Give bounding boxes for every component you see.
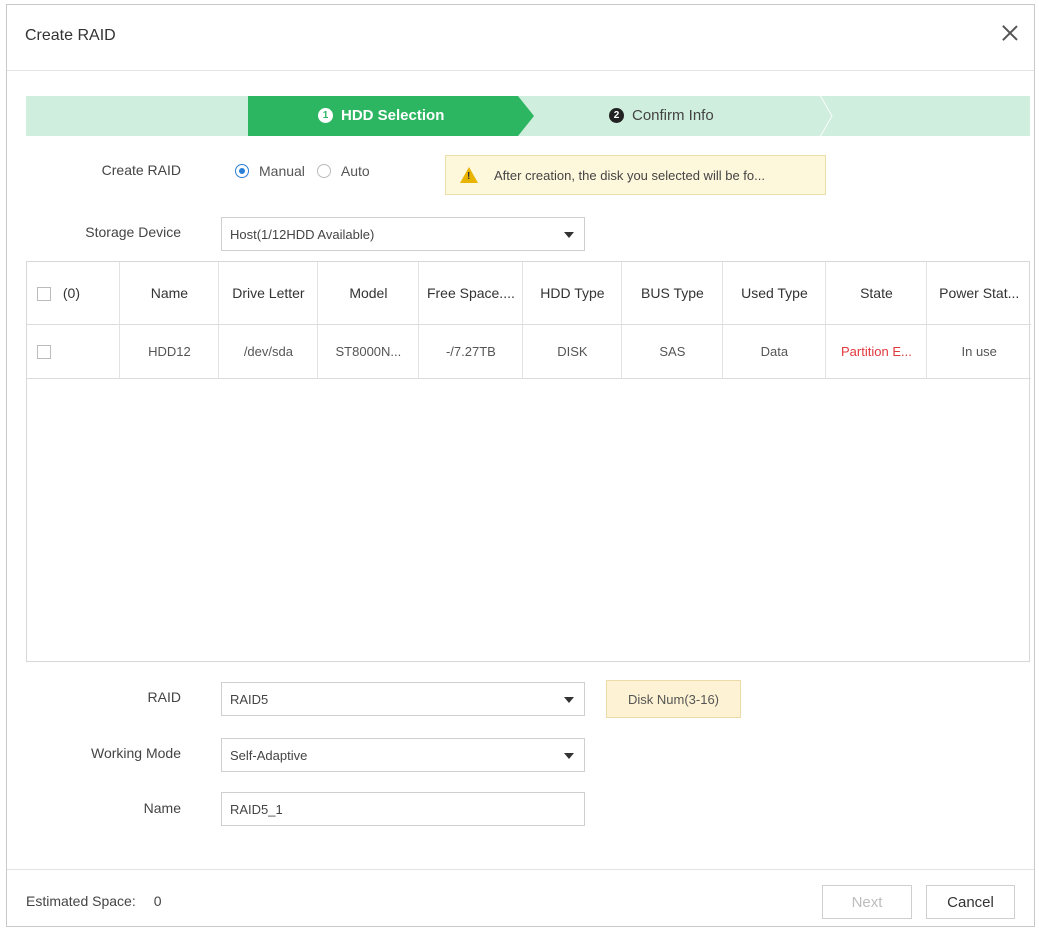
cell-model: ST8000N...: [317, 324, 420, 379]
cell-power-state: In use: [926, 324, 1031, 379]
mode-radio-manual[interactable]: Manual: [235, 163, 305, 179]
select-all-checkbox[interactable]: [37, 286, 51, 301]
hdd-table: (0) Name Drive Letter Model Free Space..…: [26, 261, 1031, 662]
estimated-space: Estimated Space: 0: [26, 893, 162, 909]
col-header-hdd-type[interactable]: HDD Type: [522, 262, 623, 325]
cell-free-space: -/7.27TB: [418, 324, 524, 379]
name-label: Name: [143, 800, 181, 816]
step-separator: [804, 96, 828, 136]
mode-radio-auto[interactable]: Auto: [316, 163, 370, 179]
cell-hdd-type: DISK: [522, 324, 623, 379]
raid-level-select[interactable]: RAID5: [221, 682, 585, 716]
row-select-cell[interactable]: [27, 324, 121, 379]
raid-label: RAID: [147, 689, 181, 705]
cancel-button[interactable]: Cancel: [926, 885, 1015, 919]
estimated-space-label: Estimated Space:: [26, 893, 136, 909]
table-row[interactable]: HDD12 /dev/sda ST8000N... -/7.27TB DISK …: [27, 324, 1031, 379]
raid-name-input[interactable]: RAID5_1: [221, 792, 585, 826]
selected-count: (0): [62, 284, 81, 301]
cell-drive-letter: /dev/sda: [218, 324, 319, 379]
raid-level-value: RAID5: [230, 691, 269, 707]
warning-icon: !: [460, 167, 478, 183]
creation-warning: ! After creation, the disk you selected …: [445, 155, 826, 195]
step-number-icon: 1: [318, 108, 333, 123]
dialog-footer: Estimated Space: 0 Next Cancel: [7, 869, 1034, 927]
step-hdd-selection: 1 HDD Selection: [318, 107, 444, 124]
radio-label-manual: Manual: [259, 163, 305, 179]
col-header-drive-letter[interactable]: Drive Letter: [218, 262, 319, 325]
create-raid-label: Create RAID: [101, 162, 181, 178]
dropdown-caret-icon: [564, 753, 574, 759]
select-all-header[interactable]: (0): [27, 262, 121, 325]
step-confirm-info: 2 Confirm Info: [609, 107, 714, 124]
dialog-title: Create RAID: [25, 27, 116, 44]
storage-device-value: Host(1/12HDD Available): [230, 226, 375, 242]
table-header-row: (0) Name Drive Letter Model Free Space..…: [27, 262, 1031, 325]
estimated-space-value: 0: [153, 893, 162, 909]
step-label: Confirm Info: [632, 107, 714, 124]
col-header-free-space[interactable]: Free Space....: [418, 262, 524, 325]
cell-name: HDD12: [119, 324, 220, 379]
step-arrow: [518, 96, 534, 136]
create-raid-dialog: Create RAID 1 HDD Selection 2 Confirm In…: [6, 4, 1035, 927]
storage-device-select[interactable]: Host(1/12HDD Available): [221, 217, 585, 251]
cell-used-type: Data: [722, 324, 827, 379]
cell-bus-type: SAS: [621, 324, 724, 379]
col-header-state[interactable]: State: [825, 262, 928, 325]
radio-label-auto: Auto: [340, 163, 370, 179]
close-icon[interactable]: [1000, 23, 1020, 43]
working-mode-label: Working Mode: [90, 745, 181, 761]
col-header-name[interactable]: Name: [119, 262, 220, 325]
working-mode-select[interactable]: Self-Adaptive: [221, 738, 585, 772]
step-label: HDD Selection: [341, 107, 445, 124]
raid-name-value[interactable]: RAID5_1: [230, 802, 283, 817]
radio-unchecked-icon[interactable]: [316, 164, 331, 178]
step-number-icon: 2: [609, 108, 624, 123]
col-header-used-type[interactable]: Used Type: [722, 262, 827, 325]
dropdown-caret-icon: [564, 697, 574, 703]
working-mode-value: Self-Adaptive: [230, 747, 308, 763]
row-checkbox[interactable]: [37, 344, 51, 359]
dialog-titlebar: Create RAID: [7, 5, 1034, 71]
col-header-model[interactable]: Model: [317, 262, 420, 325]
col-header-power-state[interactable]: Power Stat...: [926, 262, 1031, 325]
mode-radio-group: Manual Auto: [235, 163, 382, 179]
radio-checked-icon[interactable]: [235, 164, 249, 178]
disk-num-hint: Disk Num(3-16): [606, 680, 741, 718]
wizard-stepper: 1 HDD Selection 2 Confirm Info: [26, 96, 1030, 136]
col-header-bus-type[interactable]: BUS Type: [621, 262, 724, 325]
storage-device-label: Storage Device: [85, 224, 181, 240]
cell-state: Partition E...: [825, 324, 928, 379]
dropdown-caret-icon: [564, 232, 574, 238]
next-button[interactable]: Next: [822, 885, 912, 919]
warning-text: After creation, the disk you selected wi…: [494, 167, 765, 183]
